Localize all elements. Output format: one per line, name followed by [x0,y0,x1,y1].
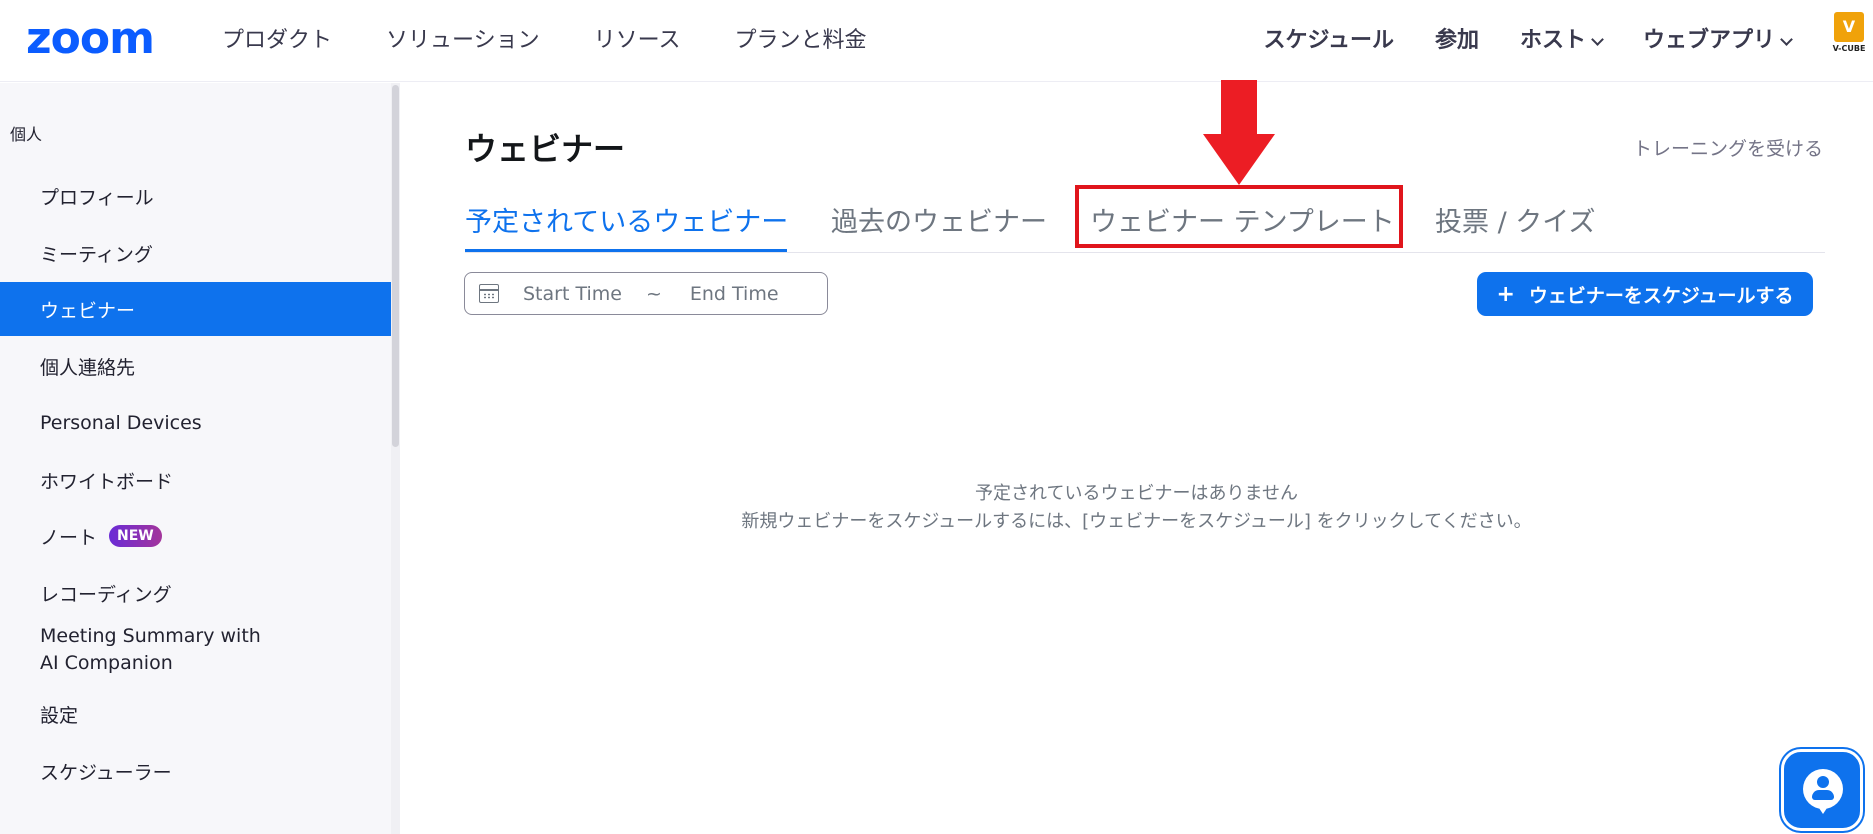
new-badge: NEW [109,525,162,547]
sidebar-item-label: スケジューラー [40,761,172,784]
sidebar-item-label: ホワイトボード [40,470,174,493]
nav-host-label: ホスト [1519,28,1586,53]
sidebar-item-settings[interactable]: 設定 [0,687,391,741]
nav-resources[interactable]: リソース [594,22,681,60]
training-link[interactable]: トレーニングを受ける [1633,134,1823,161]
support-chat-button[interactable] [1781,749,1863,831]
nav-schedule[interactable]: スケジュール [1263,22,1393,60]
active-tab-underline [465,249,787,252]
top-navigation: zoom プロダクト ソリューション リソース プランと料金 スケジュール 参加… [0,0,1873,82]
nav-products[interactable]: プロダクト [222,22,332,60]
empty-state-subtitle: 新規ウェビナーをスケジュールするには、[ウェビナーをスケジュール] をクリックし… [741,511,1532,532]
start-time-field[interactable]: Start Time [523,283,622,305]
nav-schedule-label: スケジュール [1263,28,1394,53]
vcube-text: V-CUBE [1832,44,1866,53]
sidebar-item-label: ミーティング [40,243,153,266]
sidebar-item-meetings[interactable]: ミーティング [0,226,391,280]
schedule-webinar-label: ウェビナーをスケジュールする [1528,284,1794,307]
calendar-icon [479,284,499,303]
sidebar-item-meeting-summary[interactable]: Meeting Summary with AI Companion [0,618,391,682]
sidebar-item-label: Meeting Summary with AI Companion [40,625,261,674]
annotation-arrow-down-icon [1203,134,1275,185]
nav-join[interactable]: 参加 [1435,22,1479,60]
sidebar-item-personal-devices[interactable]: Personal Devices [0,396,391,450]
person-icon-body [1812,790,1834,800]
vcube-logo[interactable]: V V-CUBE [1830,12,1868,56]
chevron-down-icon [1780,32,1793,46]
page-title: ウェビナー [465,130,626,168]
sidebar-heading: 個人 [10,125,43,144]
sidebar-item-label: ノート [40,526,98,549]
annotation-arrow-shaft [1221,80,1257,136]
date-range-picker[interactable]: Start Time ~ End Time [464,272,828,315]
sidebar-item-label: 設定 [40,704,79,727]
sidebar-item-label: プロフィール [40,186,154,209]
nav-join-label: 参加 [1434,28,1479,53]
tab-upcoming-webinars[interactable]: 予定されているウェビナー [465,200,788,239]
sidebar-item-scheduler[interactable]: スケジューラー [0,744,391,798]
sidebar-item-whiteboards[interactable]: ホワイトボード [0,453,391,507]
nav-plans-pricing[interactable]: プランと料金 [734,22,866,60]
tab-previous-webinars[interactable]: 過去のウェビナー [831,200,1047,239]
end-time-field[interactable]: End Time [690,283,779,305]
nav-web-app[interactable]: ウェブアプリ [1642,22,1793,60]
nav-right: スケジュール 参加 ホスト ウェブアプリ [1222,22,1793,60]
nav-web-app-label: ウェブアプリ [1642,28,1775,53]
zoom-logo[interactable]: zoom [26,14,155,64]
tab-polls-quizzes[interactable]: 投票 / クイズ [1435,200,1595,239]
nav-left: プロダクト ソリューション リソース プランと料金 [222,22,921,60]
nav-host[interactable]: ホスト [1519,22,1604,60]
sidebar-item-label: ウェビナー [40,299,136,322]
schedule-webinar-button[interactable]: + ウェビナーをスケジュールする [1477,272,1813,316]
sidebar-item-profile[interactable]: プロフィール [0,169,391,223]
chevron-down-icon [1591,32,1604,46]
vcube-mark: V [1834,12,1864,42]
sidebar: 個人 プロフィール ミーティング ウェビナー 個人連絡先 Personal De… [0,83,400,834]
scrollbar-thumb[interactable] [392,85,399,447]
nav-solutions[interactable]: ソリューション [386,22,540,60]
sidebar-item-webinars[interactable]: ウェビナー [0,282,391,336]
sidebar-item-label: 個人連絡先 [40,356,136,379]
sidebar-item-label: Personal Devices [40,412,202,434]
date-range-separator: ~ [645,282,662,305]
annotation-highlight-box [1075,185,1403,248]
sidebar-item-notes[interactable]: ノート NEW [0,509,391,563]
sidebar-item-label: レコーディング [40,583,172,606]
person-icon-head [1817,776,1829,788]
plus-icon: + [1496,281,1515,307]
sidebar-item-contacts[interactable]: 個人連絡先 [0,339,391,393]
sidebar-scrollbar[interactable] [391,83,400,834]
chat-bubble-tail [1815,802,1831,814]
empty-state-title: 予定されているウェビナーはありません [975,483,1298,504]
sidebar-item-recordings[interactable]: レコーディング [0,566,391,620]
